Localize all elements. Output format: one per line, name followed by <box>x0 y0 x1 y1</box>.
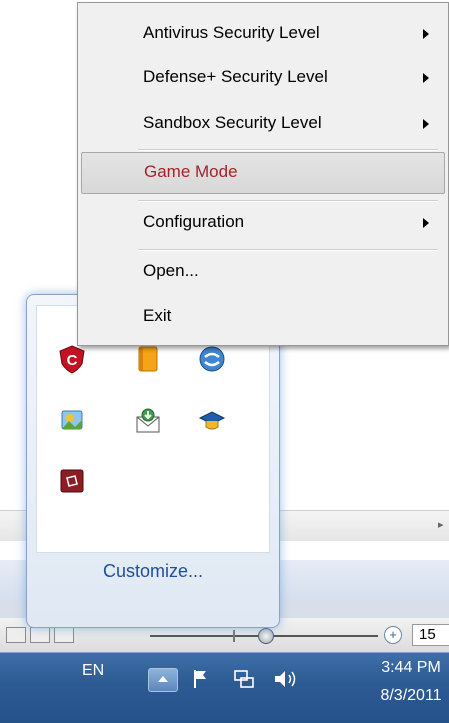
mail-download-icon[interactable] <box>133 406 163 436</box>
submenu-arrow-icon <box>423 73 429 83</box>
volume-icon[interactable] <box>272 667 296 691</box>
zoom-slider-thumb[interactable] <box>258 628 274 644</box>
comodo-context-menu: Antivirus Security Level Defense+ Securi… <box>77 2 449 346</box>
menu-item-antivirus-security-level[interactable]: Antivirus Security Level <box>81 14 443 54</box>
clock-time[interactable]: 3:44 PM <box>372 659 449 677</box>
language-indicator[interactable]: EN <box>82 662 104 680</box>
taskbar: EN 3:44 PM 8/3/2011 <box>0 652 449 723</box>
comodo-shield-icon[interactable]: C <box>57 344 87 374</box>
maroon-app-icon[interactable] <box>57 466 87 496</box>
menu-item-configuration[interactable]: Configuration <box>81 203 443 243</box>
menu-separator <box>138 149 438 151</box>
zoom-in-button[interactable]: + <box>384 626 402 644</box>
submenu-arrow-icon <box>423 119 429 129</box>
menu-item-label: Configuration <box>143 212 245 231</box>
menu-separator <box>138 249 438 251</box>
view-layout-button-2[interactable] <box>30 627 50 643</box>
scroll-right-arrow-icon[interactable]: ▸ <box>438 518 444 531</box>
menu-item-game-mode[interactable]: Game Mode <box>81 152 445 194</box>
view-layout-button-1[interactable] <box>6 627 26 643</box>
submenu-arrow-icon <box>423 29 429 39</box>
menu-item-sandbox-security-level[interactable]: Sandbox Security Level <box>81 104 443 144</box>
notebook-icon[interactable] <box>133 344 163 374</box>
menu-item-label: Exit <box>143 306 172 325</box>
menu-separator <box>138 200 438 202</box>
zoom-level: 15 <box>412 624 449 646</box>
svg-text:C: C <box>67 352 78 369</box>
graduation-cap-icon[interactable] <box>197 406 227 436</box>
menu-item-open[interactable]: Open... <box>81 252 443 292</box>
network-icon[interactable] <box>232 667 256 691</box>
menu-item-defense-security-level[interactable]: Defense+ Security Level <box>81 58 443 98</box>
chevron-up-icon <box>158 676 168 682</box>
menu-item-label: Game Mode <box>144 162 238 181</box>
menu-item-label: Defense+ Security Level <box>143 67 328 86</box>
menu-item-label: Sandbox Security Level <box>143 113 322 132</box>
menu-item-label: Open... <box>143 261 199 280</box>
clock-date[interactable]: 8/3/2011 <box>372 687 449 705</box>
show-hidden-icons-button[interactable] <box>148 668 178 692</box>
view-layout-button-3[interactable] <box>54 627 74 643</box>
submenu-arrow-icon <box>423 218 429 228</box>
network-sync-icon[interactable] <box>197 344 227 374</box>
menu-item-label: Antivirus Security Level <box>143 23 320 42</box>
zoom-slider-center-tick <box>233 630 235 642</box>
action-center-flag-icon[interactable] <box>190 667 214 691</box>
photo-icon[interactable] <box>57 406 87 436</box>
menu-item-exit[interactable]: Exit <box>81 297 443 337</box>
customize-link[interactable]: Customize... <box>27 561 279 582</box>
